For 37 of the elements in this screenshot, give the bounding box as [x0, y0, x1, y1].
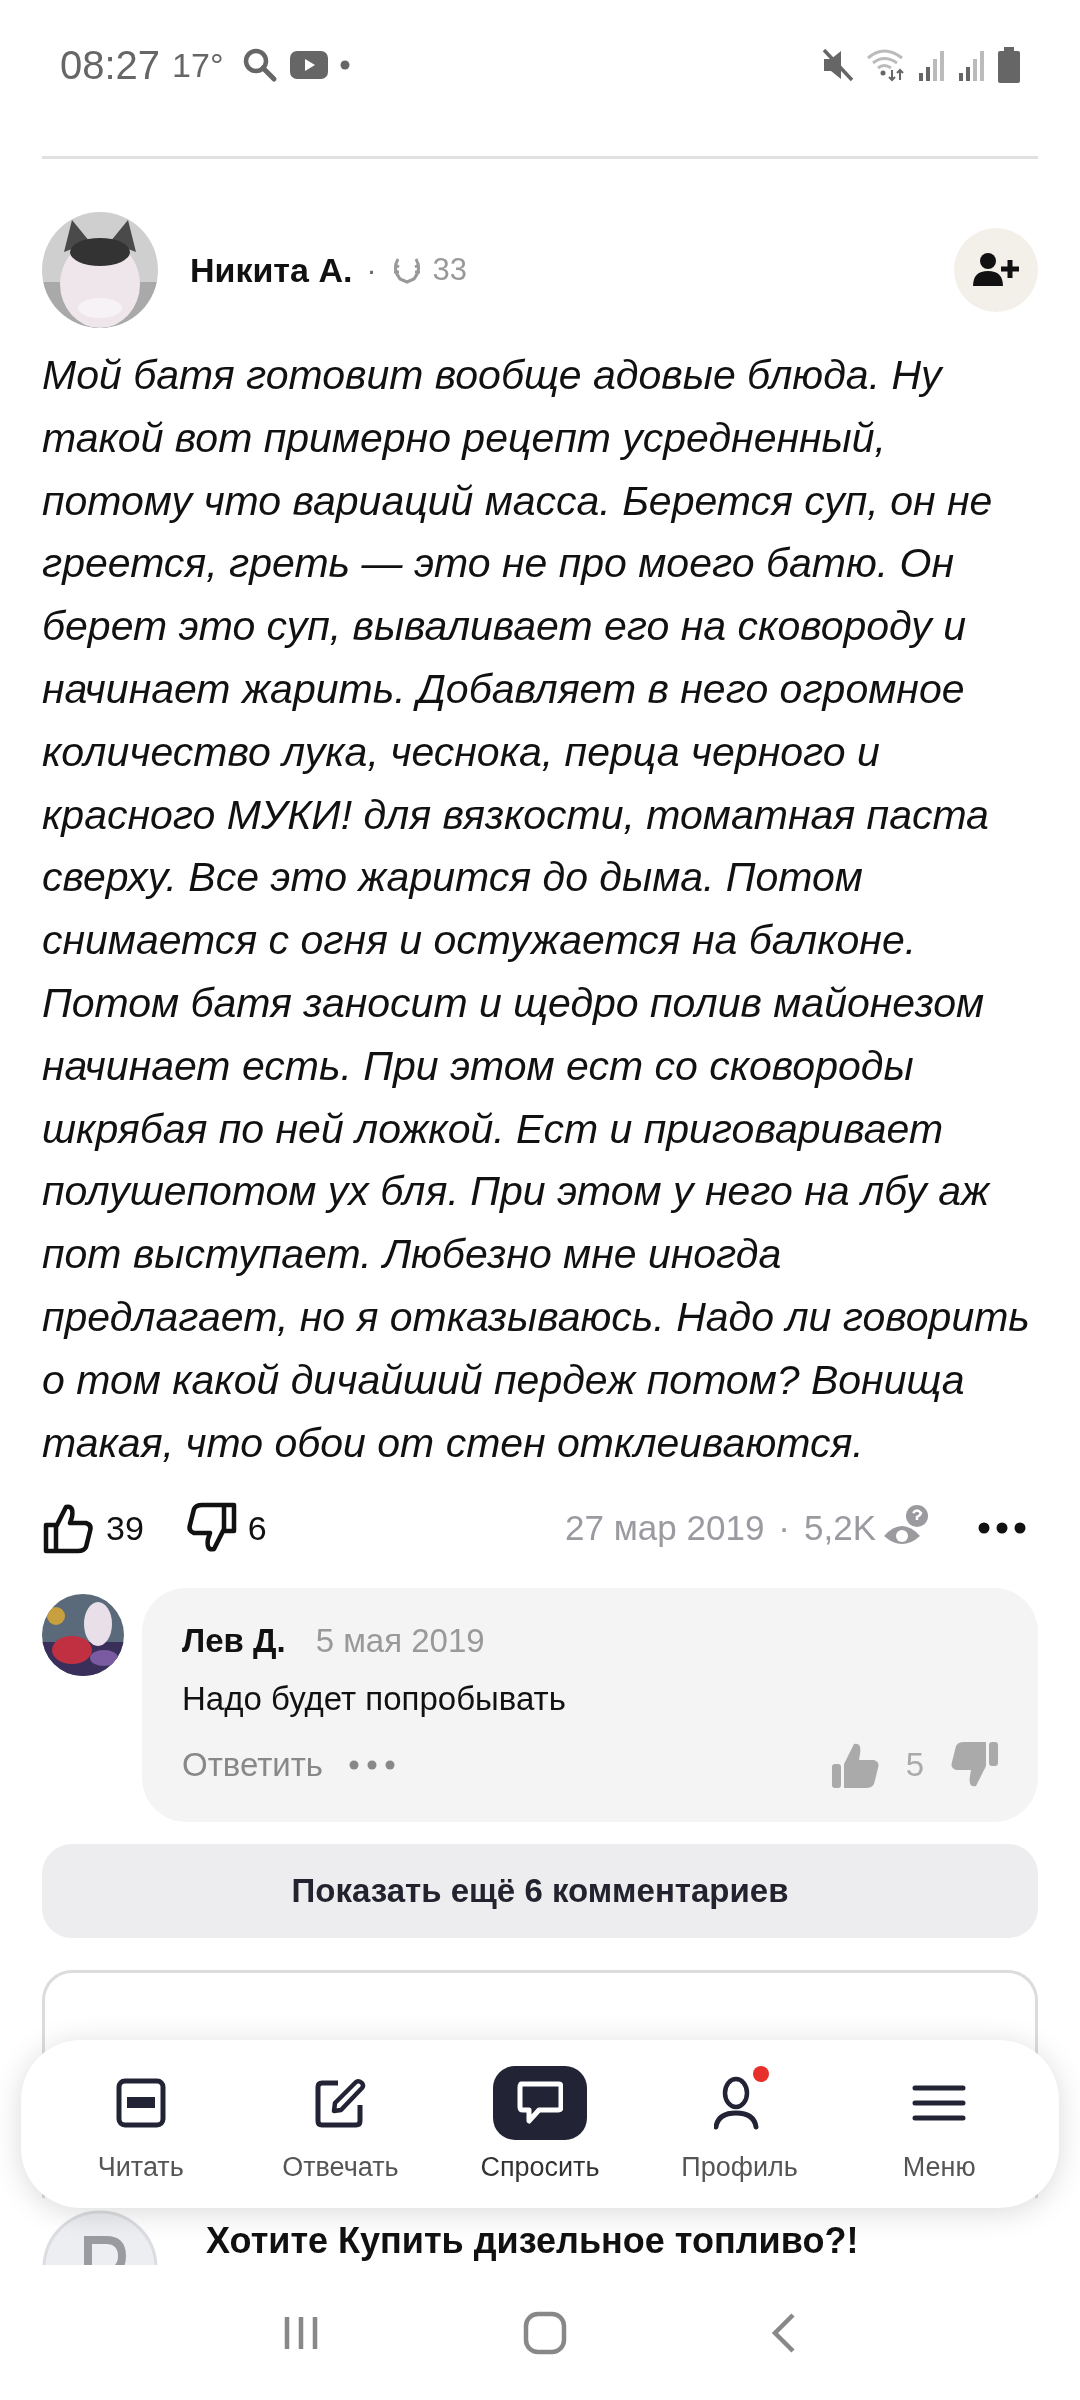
like-count: 39	[106, 1508, 144, 1548]
question-title[interactable]: Хотите Купить дизельное топливо?!	[206, 2220, 859, 2263]
edit-icon	[314, 2076, 367, 2129]
chat-bubble-icon	[517, 2080, 563, 2125]
nav-tab[interactable]: Читать	[45, 2065, 236, 2183]
temperature: 17°	[172, 45, 224, 85]
signal-icon	[918, 48, 946, 82]
add-user-icon	[973, 252, 1019, 288]
nav-tab[interactable]: Меню	[844, 2065, 1035, 2183]
more-icon[interactable]	[978, 1522, 1026, 1535]
view-count: 5,2K	[804, 1508, 876, 1549]
separator: ·	[778, 1508, 790, 1549]
wifi-icon	[866, 48, 906, 82]
thumbs-up-icon[interactable]	[42, 1501, 96, 1556]
dislike-count: 6	[247, 1508, 267, 1548]
comment-text: Надо будет попробывать	[182, 1680, 567, 1719]
status-time: 08:27	[60, 42, 161, 88]
video-play-icon	[289, 51, 328, 79]
battery-icon	[998, 47, 1020, 83]
nav-tab[interactable]: Профиль	[644, 2065, 835, 2183]
rating-count: 33	[432, 252, 467, 288]
nav-tab[interactable]: Отвечать	[245, 2065, 436, 2183]
author-name[interactable]: Никита А.	[190, 250, 353, 290]
notification-dot-icon	[339, 60, 350, 70]
commenter-name[interactable]: Лев Д.	[182, 1622, 286, 1661]
post-date: 27 мар 2019	[565, 1508, 765, 1549]
comment-date: 5 мая 2019	[315, 1622, 485, 1661]
signal-icon	[958, 48, 986, 82]
answer-text: Мой батя готовит вообще адовые блюда. Ну такой вот примерно рецепт усредненный, потому что вариаций масса. Берется суп, он не греется, греть — это не про моего батю. Он берет это суп, вываливает его на сковороду и начинает жарить. Добавляет в него огромное количество лука, чеснока, перца черного и красного МУКИ! для вязкости, томатная паста сверху. Все это жарится до дыма. Потом снимается с огня и остужается на балконе. Потом батя заносит и щедро полив майонезом начинает есть. При этом ест со сковороды шкрябая по ней ложкой. Ест и приговаривает полушепотом ух бля. При этом у него на лбу аж пот выступает. Любезно мне иногда предлагает, но я отказываюсь. Надо ли говорить о том какой дичайший пердеж потом? Вонища такая, что обои от стен отклеиваются.	[42, 351, 1031, 1468]
like-count: 5	[905, 1746, 924, 1785]
home-icon[interactable]	[523, 2310, 567, 2355]
show-more-comments-button[interactable]: Показать ещё 6 комментариев	[42, 1844, 1038, 1939]
search-icon	[241, 47, 278, 83]
article-icon	[114, 2076, 167, 2129]
separator: ·	[366, 253, 377, 287]
nav-tab[interactable]: Спросить	[445, 2065, 635, 2183]
mute-icon	[822, 48, 854, 82]
